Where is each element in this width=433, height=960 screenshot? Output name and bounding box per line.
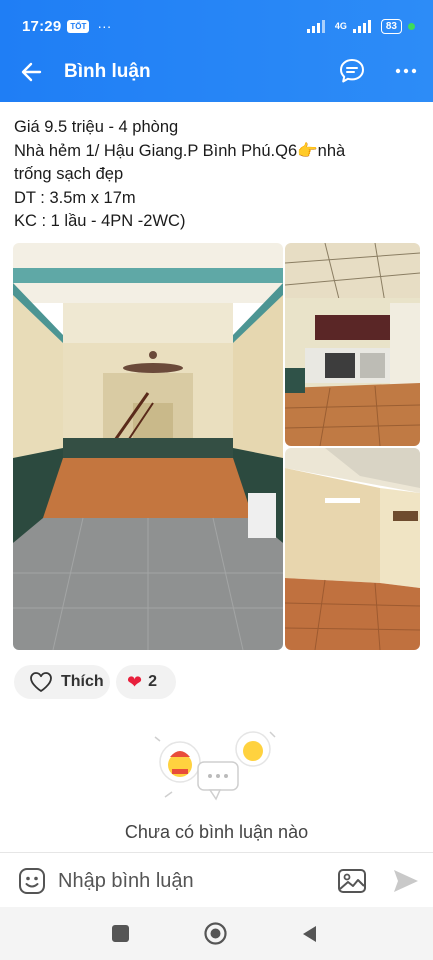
page-title: Bình luận — [64, 61, 151, 82]
post-description: Giá 9.5 triệu - 4 phòng Nhà hẻm 1/ Hậu G… — [14, 116, 419, 234]
signal-icon — [306, 20, 325, 33]
privacy-dot-icon — [408, 22, 415, 30]
back-arrow-icon[interactable] — [18, 58, 46, 86]
empty-comments-illustration-icon — [154, 731, 276, 801]
heart-count: 2 — [148, 673, 157, 690]
home-circle-icon[interactable] — [204, 922, 227, 945]
post-line: trống sạch đẹp — [14, 165, 124, 183]
image-icon[interactable] — [336, 865, 368, 897]
photo-main[interactable] — [13, 243, 283, 650]
status-time: 17:29 — [22, 17, 62, 35]
post-line: Giá 9.5 triệu - 4 phòng — [14, 118, 179, 136]
system-nav-bar — [0, 907, 433, 960]
send-icon[interactable] — [390, 865, 422, 897]
reaction-bar: Thích ❤ 2 — [14, 665, 176, 699]
recent-apps-icon[interactable] — [112, 925, 129, 942]
app-bar: Bình luận — [0, 52, 433, 92]
signal-icon-2 — [352, 20, 371, 33]
post-line: KC : 1 lầu - 4PN -2WC) — [14, 212, 186, 230]
more-dots-icon[interactable] — [392, 57, 420, 85]
post-line: Nhà hẻm 1/ Hậu Giang.P Bình Phú.Q6👉nhà — [14, 141, 346, 160]
comment-input-bar — [0, 852, 433, 907]
reaction-count[interactable]: ❤ 2 — [116, 665, 176, 699]
empty-comments-text: Chưa có bình luận nào — [124, 822, 309, 842]
photo-room[interactable] — [285, 448, 420, 650]
heart-outline-icon — [30, 672, 52, 692]
status-right: 4G 83 — [306, 18, 415, 34]
notification-more: ··· — [97, 18, 112, 34]
photo-kitchen[interactable] — [285, 243, 420, 446]
comment-input[interactable] — [58, 865, 318, 897]
heart-filled-icon: ❤ — [127, 671, 143, 692]
like-label: Thích — [61, 673, 104, 690]
network-type: 4G — [334, 21, 347, 31]
nav-back-icon[interactable] — [300, 924, 320, 944]
post-line: DT : 3.5m x 17m — [14, 188, 136, 207]
app-header: 17:29 TỐT ··· 4G 83 Bình luận — [0, 0, 433, 102]
chat-bubble-icon[interactable] — [338, 57, 366, 85]
photo-grid — [13, 243, 420, 651]
like-button[interactable]: Thích — [14, 665, 110, 699]
status-bar: 17:29 TỐT ··· 4G 83 — [22, 12, 415, 40]
app-badge-icon: TỐT — [67, 19, 90, 33]
emoji-icon[interactable] — [17, 866, 47, 896]
battery-icon: 83 — [380, 18, 402, 34]
